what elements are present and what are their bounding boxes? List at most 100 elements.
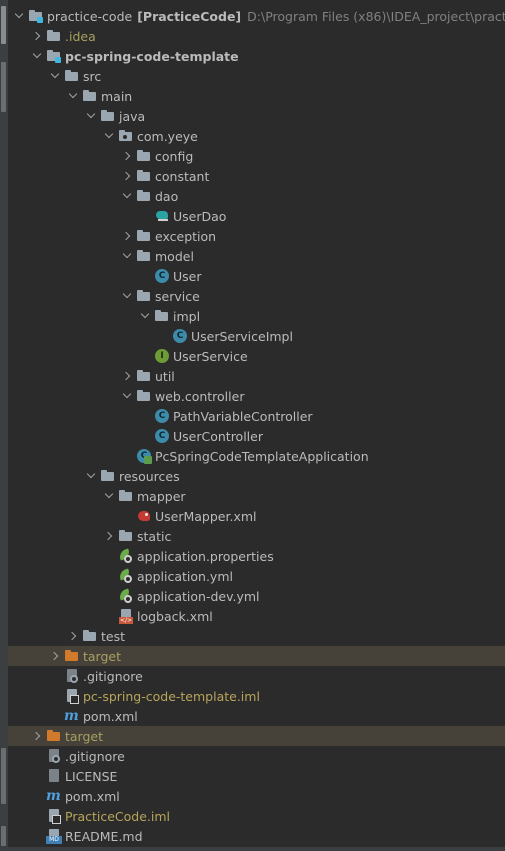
tree-row[interactable]: CPcSpringCodeTemplateApplication bbox=[8, 446, 505, 466]
tree-row[interactable]: util bbox=[8, 366, 505, 386]
tree-row[interactable]: m pom.xml bbox=[8, 706, 505, 726]
chevron-down-icon[interactable] bbox=[12, 6, 26, 26]
commit-tool-tab[interactable] bbox=[1, 62, 6, 112]
tree-row[interactable]: I UserService bbox=[8, 346, 505, 366]
java-class-icon: C bbox=[154, 428, 170, 444]
chevron-down-icon[interactable] bbox=[120, 386, 134, 406]
chevron-down-icon[interactable] bbox=[102, 126, 116, 146]
tree-row[interactable]: C User bbox=[8, 266, 505, 286]
tree-row[interactable]: .gitignore bbox=[8, 746, 505, 766]
tree-row[interactable]: C UserController bbox=[8, 426, 505, 446]
chevron-down-icon[interactable] bbox=[120, 246, 134, 266]
tree-row[interactable]: target bbox=[8, 726, 505, 746]
chevron-right-icon[interactable] bbox=[30, 726, 44, 746]
chevron-down-icon[interactable] bbox=[84, 106, 98, 126]
tree-row-label: UserController bbox=[173, 428, 263, 444]
favorites-tool-tab[interactable] bbox=[1, 826, 6, 846]
tree-row-label: resources bbox=[119, 468, 180, 484]
tree-row-label: constant bbox=[155, 168, 210, 184]
tree-row[interactable]: UserMapper.xml bbox=[8, 506, 505, 526]
tree-row[interactable]: resources bbox=[8, 466, 505, 486]
tree-row-label: dao bbox=[155, 188, 179, 204]
tree-row-label: UserServiceImpl bbox=[191, 328, 293, 344]
folder-icon bbox=[118, 528, 134, 544]
tree-row[interactable]: static bbox=[8, 526, 505, 546]
tree-row[interactable]: config bbox=[8, 146, 505, 166]
module-name-label: [PracticeCode] bbox=[137, 8, 242, 24]
maven-pom-icon: m bbox=[46, 788, 61, 804]
tree-row-label: exception bbox=[155, 228, 217, 244]
chevron-right-icon[interactable] bbox=[120, 366, 134, 386]
chevron-down-icon[interactable] bbox=[30, 46, 44, 66]
spring-config-icon bbox=[117, 588, 134, 604]
tree-row[interactable]: pc-spring-code-template bbox=[8, 46, 505, 66]
structure-tool-tab[interactable] bbox=[1, 748, 6, 804]
chevron-down-icon[interactable] bbox=[84, 466, 98, 486]
tree-row[interactable]: .idea bbox=[8, 26, 505, 46]
chevron-down-icon[interactable] bbox=[120, 186, 134, 206]
maven-pom-icon: m bbox=[64, 708, 79, 724]
tree-row[interactable]: service bbox=[8, 286, 505, 306]
folder-icon bbox=[136, 388, 152, 404]
tree-row[interactable]: test bbox=[8, 626, 505, 646]
tree-row[interactable]: dao bbox=[8, 186, 505, 206]
tree-row[interactable]: target bbox=[8, 646, 505, 666]
tree-row[interactable]: mapper bbox=[8, 486, 505, 506]
tree-row-label: config bbox=[155, 148, 194, 164]
tree-row[interactable]: </> logback.xml bbox=[8, 606, 505, 626]
tree-row-label: test bbox=[101, 628, 126, 644]
tree-row-label: main bbox=[101, 88, 133, 104]
project-tool-tab[interactable] bbox=[1, 6, 6, 44]
chevron-right-icon[interactable] bbox=[120, 166, 134, 186]
chevron-down-icon[interactable] bbox=[66, 86, 80, 106]
spring-boot-class-icon: C bbox=[136, 448, 152, 464]
tree-row[interactable]: PracticeCode.iml bbox=[8, 806, 505, 826]
tree-row-label: src bbox=[83, 68, 102, 84]
tree-row-label: java bbox=[119, 108, 146, 124]
tree-row[interactable]: application-dev.yml bbox=[8, 586, 505, 606]
tree-row[interactable]: com.yeye bbox=[8, 126, 505, 146]
tree-row-label: mapper bbox=[137, 488, 186, 504]
tree-row-label: application.properties bbox=[137, 548, 274, 564]
tree-row[interactable]: application.yml bbox=[8, 566, 505, 586]
tree-row-label: UserMapper.xml bbox=[155, 508, 257, 524]
tree-row-label: target bbox=[83, 648, 122, 664]
tree-row[interactable]: application.properties bbox=[8, 546, 505, 566]
tree-row-label: LICENSE bbox=[65, 768, 118, 784]
chevron-right-icon[interactable] bbox=[48, 646, 62, 666]
tree-row-label: PracticeCode.iml bbox=[65, 808, 171, 824]
tree-row[interactable]: exception bbox=[8, 226, 505, 246]
chevron-right-icon[interactable] bbox=[102, 526, 116, 546]
module-folder-icon bbox=[46, 48, 62, 64]
chevron-right-icon[interactable] bbox=[120, 146, 134, 166]
tree-row[interactable]: impl bbox=[8, 306, 505, 326]
chevron-right-icon[interactable] bbox=[30, 26, 44, 46]
chevron-down-icon[interactable] bbox=[48, 66, 62, 86]
chevron-down-icon[interactable] bbox=[138, 306, 152, 326]
folder-icon bbox=[154, 308, 170, 324]
tree-row-label: web.controller bbox=[155, 388, 245, 404]
tree-row[interactable]: C UserServiceImpl bbox=[8, 326, 505, 346]
tree-row[interactable]: main bbox=[8, 86, 505, 106]
tree-row[interactable]: UserDao bbox=[8, 206, 505, 226]
tree-row[interactable]: C PathVariableController bbox=[8, 406, 505, 426]
chevron-down-icon[interactable] bbox=[102, 486, 116, 506]
tree-row[interactable]: m pom.xml bbox=[8, 786, 505, 806]
chevron-down-icon[interactable] bbox=[120, 286, 134, 306]
tree-row[interactable]: practice-code [PracticeCode] D:\Program Fi… bbox=[8, 6, 505, 26]
tree-row-label: PathVariableController bbox=[173, 408, 313, 424]
tree-row[interactable]: java bbox=[8, 106, 505, 126]
tree-row[interactable]: .gitignore bbox=[8, 666, 505, 686]
tree-row[interactable]: LICENSE bbox=[8, 766, 505, 786]
tree-row[interactable]: pc-spring-code-template.iml bbox=[8, 686, 505, 706]
project-path-label: D:\Program Files (x86)\IDEA_project\prac… bbox=[247, 8, 505, 24]
tree-row[interactable]: MD README.md bbox=[8, 826, 505, 846]
tree-row[interactable]: constant bbox=[8, 166, 505, 186]
chevron-right-icon[interactable] bbox=[120, 226, 134, 246]
chevron-right-icon[interactable] bbox=[66, 626, 80, 646]
tree-row[interactable]: src bbox=[8, 66, 505, 86]
tree-row[interactable]: model bbox=[8, 246, 505, 266]
folder-icon bbox=[82, 88, 98, 104]
tree-row[interactable]: web.controller bbox=[8, 386, 505, 406]
tree-row-label: logback.xml bbox=[137, 608, 213, 624]
